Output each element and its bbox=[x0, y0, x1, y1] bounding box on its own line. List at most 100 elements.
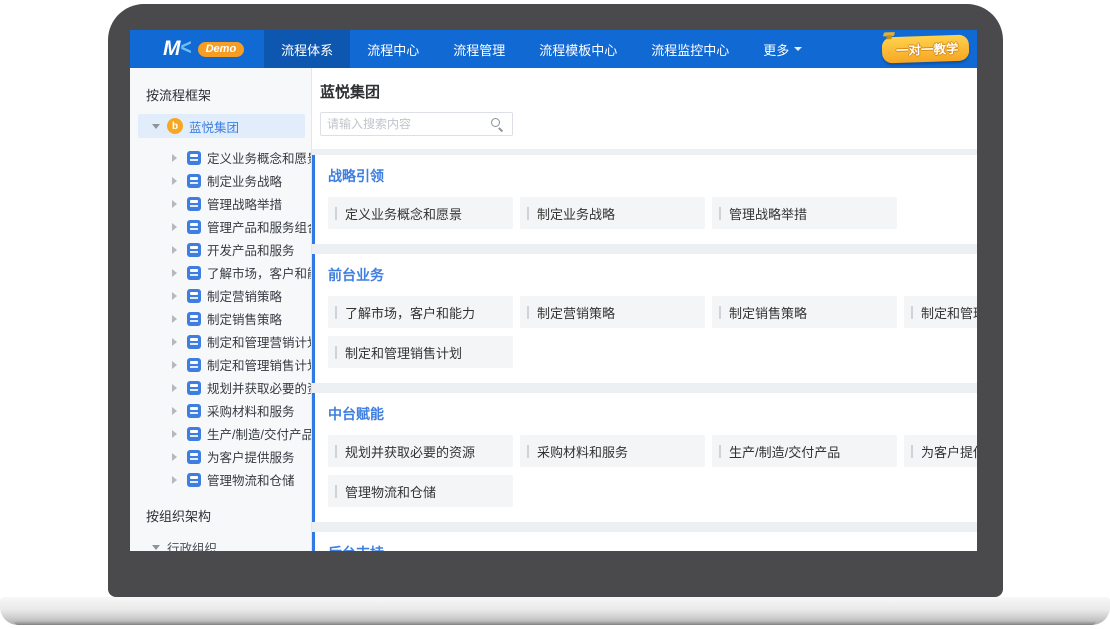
card-tick bbox=[527, 305, 529, 319]
tree-item-label: 制定业务战略 bbox=[207, 175, 283, 189]
caret-right-icon[interactable] bbox=[172, 222, 181, 231]
caret-right-icon[interactable] bbox=[172, 452, 181, 461]
tree-item[interactable]: 定义业务概念和愿景 bbox=[130, 146, 311, 169]
card-label: 制定营销策略 bbox=[537, 305, 616, 321]
tree-root-company[interactable]: b 蓝悦集团 bbox=[138, 114, 305, 138]
app-body: 按流程框架 b 蓝悦集团 定义业务概念和愿景 制定业务战略 管理战略举措 管理产… bbox=[130, 68, 977, 551]
process-section: 战略引领 定义业务概念和愿景 制定业务战略 管理战略举措 bbox=[312, 155, 977, 244]
nav-item[interactable]: 流程监控中心 bbox=[634, 30, 746, 68]
tree-item-label: 管理物流和仓储 bbox=[207, 474, 295, 488]
process-card[interactable]: 定义业务概念和愿景 bbox=[328, 197, 513, 229]
tree-root-org[interactable]: 行政组织 bbox=[138, 535, 305, 551]
nav-item[interactable]: 流程模板中心 bbox=[522, 30, 634, 68]
tree-item-label: 管理产品和服务组合 bbox=[207, 221, 312, 235]
caret-right-icon[interactable] bbox=[172, 153, 181, 162]
promo-badge[interactable]: 一对一教学 bbox=[882, 34, 970, 64]
tree-item-label: 管理战略举措 bbox=[207, 198, 283, 212]
nav-item-label: 流程模板中心 bbox=[539, 42, 618, 58]
app-logo[interactable]: M < Demo bbox=[163, 36, 245, 61]
tree-item-label: 采购材料和服务 bbox=[207, 405, 295, 419]
caret-right-icon[interactable] bbox=[172, 291, 181, 300]
process-card[interactable]: 制定和管理销售计划 bbox=[328, 336, 513, 368]
process-card[interactable]: 制定业务战略 bbox=[520, 197, 705, 229]
tree-item[interactable]: 制定和管理营销计划 bbox=[130, 330, 311, 353]
process-folder-icon bbox=[187, 219, 201, 234]
nav-item-label: 流程体系 bbox=[281, 42, 334, 58]
process-card[interactable]: 管理物流和仓储 bbox=[328, 475, 513, 507]
caret-right-icon[interactable] bbox=[172, 360, 181, 369]
process-card[interactable]: 规划并获取必要的资源 bbox=[328, 435, 513, 467]
caret-right-icon[interactable] bbox=[172, 429, 181, 438]
process-folder-icon bbox=[187, 449, 201, 464]
tree-item[interactable]: 制定销售策略 bbox=[130, 307, 311, 330]
logo-letter-m: M bbox=[163, 37, 180, 60]
tree-item[interactable]: 制定营销策略 bbox=[130, 284, 311, 307]
process-card[interactable]: 了解市场，客户和能力 bbox=[328, 296, 513, 328]
process-card[interactable]: 制定营销策略 bbox=[520, 296, 705, 328]
card-label: 制定和管理营销计划 bbox=[921, 305, 977, 321]
section-title: 中台赋能 bbox=[328, 406, 384, 422]
caret-down-icon[interactable] bbox=[152, 123, 160, 133]
caret-down-icon[interactable] bbox=[152, 544, 160, 552]
app-window: M < Demo 流程体系 流程中心 流程管理 流程模板中心 流程监控中心 更多… bbox=[130, 30, 977, 551]
nav-item[interactable]: 更多 bbox=[746, 30, 819, 68]
tree-item[interactable]: 为客户提供服务 bbox=[130, 445, 311, 468]
process-folder-icon bbox=[187, 242, 201, 257]
caret-right-icon[interactable] bbox=[172, 314, 181, 323]
tree-item[interactable]: 采购材料和服务 bbox=[130, 399, 311, 422]
tree-item-label: 制定和管理营销计划 bbox=[207, 336, 312, 350]
search-icon[interactable] bbox=[490, 117, 504, 131]
nav-item[interactable]: 流程中心 bbox=[350, 30, 436, 68]
card-label: 管理物流和仓储 bbox=[345, 484, 437, 500]
tree-item-label: 为客户提供服务 bbox=[207, 451, 295, 465]
nav-item-label: 流程管理 bbox=[453, 42, 506, 58]
process-card[interactable]: 为客户提供服务 bbox=[904, 435, 977, 467]
card-list: 定义业务概念和愿景 制定业务战略 管理战略举措 bbox=[328, 197, 977, 229]
process-card[interactable]: 制定和管理营销计划 bbox=[904, 296, 977, 328]
process-folder-icon bbox=[187, 426, 201, 441]
card-label: 制定销售策略 bbox=[729, 305, 808, 321]
tree-item-label: 了解市场，客户和能力 bbox=[207, 267, 311, 281]
caret-right-icon[interactable] bbox=[172, 245, 181, 254]
tree-item[interactable]: 管理战略举措 bbox=[130, 192, 311, 215]
nav-item-label: 更多 bbox=[763, 42, 790, 58]
process-card[interactable]: 采购材料和服务 bbox=[520, 435, 705, 467]
card-tick bbox=[719, 305, 721, 319]
process-folder-icon bbox=[187, 357, 201, 372]
tree-item-label: 制定和管理销售计划 bbox=[207, 359, 312, 373]
nav-item-label: 流程中心 bbox=[367, 42, 420, 58]
tree-item[interactable]: 管理产品和服务组合 bbox=[130, 215, 311, 238]
sidebar: 按流程框架 b 蓝悦集团 定义业务概念和愿景 制定业务战略 管理战略举措 管理产… bbox=[130, 68, 312, 551]
caret-right-icon[interactable] bbox=[172, 383, 181, 392]
tree-item[interactable]: 制定和管理销售计划 bbox=[130, 353, 311, 376]
tree-item[interactable]: 生产/制造/交付产品 bbox=[130, 422, 311, 445]
tree-item[interactable]: 了解市场，客户和能力 bbox=[130, 261, 311, 284]
top-navbar: M < Demo 流程体系 流程中心 流程管理 流程模板中心 流程监控中心 更多… bbox=[130, 30, 977, 68]
caret-right-icon[interactable] bbox=[172, 406, 181, 415]
process-card[interactable]: 制定销售策略 bbox=[712, 296, 897, 328]
caret-right-icon[interactable] bbox=[172, 176, 181, 185]
search-box[interactable] bbox=[320, 112, 513, 136]
caret-right-icon[interactable] bbox=[172, 199, 181, 208]
process-card[interactable]: 生产/制造/交付产品 bbox=[712, 435, 897, 467]
process-folder-icon bbox=[187, 403, 201, 418]
tree-item[interactable]: 规划并获取必要的资源 bbox=[130, 376, 311, 399]
card-label: 规划并获取必要的资源 bbox=[345, 444, 476, 460]
caret-right-icon[interactable] bbox=[172, 337, 181, 346]
nav-item[interactable]: 流程体系 bbox=[264, 30, 351, 68]
tree-item[interactable]: 管理物流和仓储 bbox=[130, 468, 311, 491]
caret-right-icon[interactable] bbox=[172, 475, 181, 484]
process-folder-icon bbox=[187, 265, 201, 280]
process-tree: 定义业务概念和愿景 制定业务战略 管理战略举措 管理产品和服务组合 开发产品和服… bbox=[130, 146, 311, 491]
tree-item[interactable]: 开发产品和服务 bbox=[130, 238, 311, 261]
card-tick bbox=[911, 444, 913, 458]
process-section: 后台支持 管理产品和服务组合 bbox=[312, 532, 977, 551]
card-tick bbox=[335, 206, 337, 220]
caret-right-icon[interactable] bbox=[172, 268, 181, 277]
process-folder-icon bbox=[187, 380, 201, 395]
tree-root-label: 蓝悦集团 bbox=[189, 120, 240, 135]
tree-item[interactable]: 制定业务战略 bbox=[130, 169, 311, 192]
nav-item[interactable]: 流程管理 bbox=[436, 30, 522, 68]
process-card[interactable]: 管理战略举措 bbox=[712, 197, 897, 229]
search-input[interactable] bbox=[321, 117, 490, 131]
